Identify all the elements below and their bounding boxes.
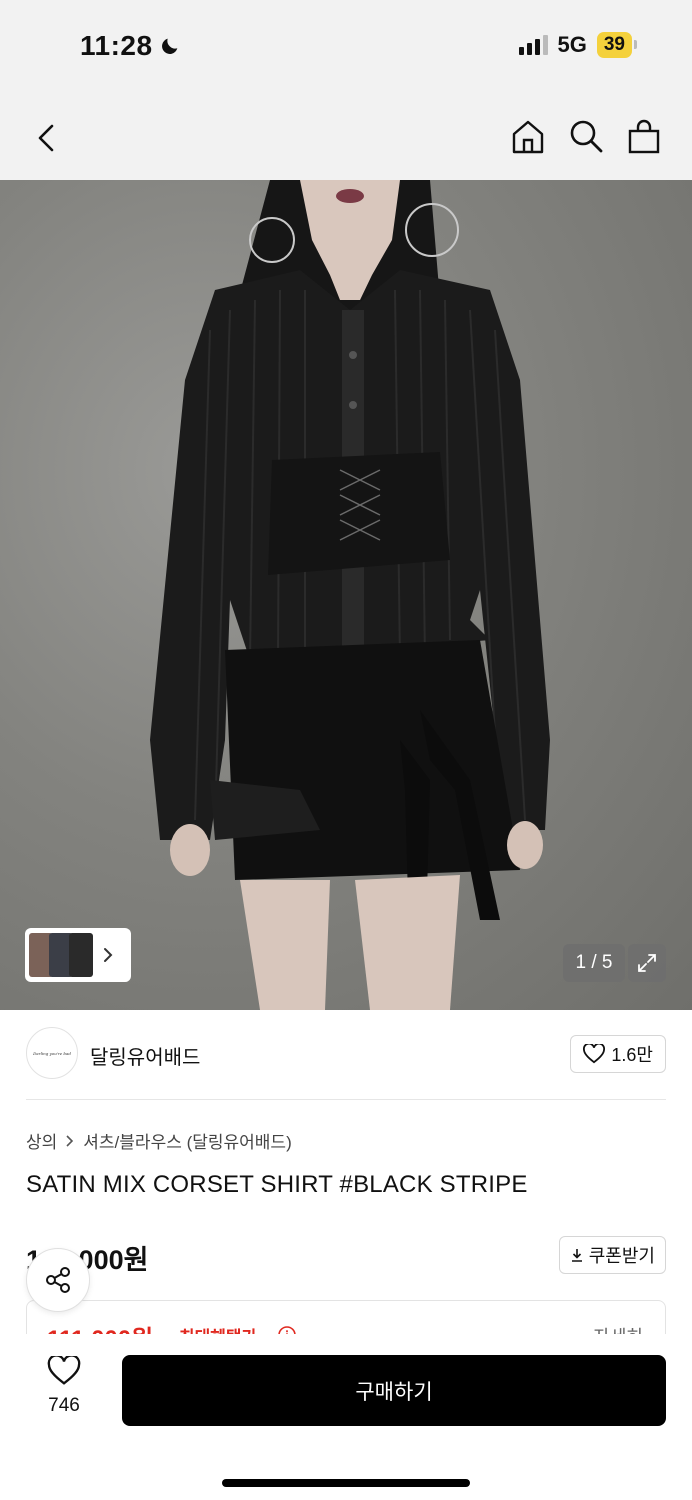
status-time-text: 11:28 xyxy=(80,30,153,61)
chevron-right-icon xyxy=(104,948,113,962)
thumbnail-strip[interactable] xyxy=(25,928,131,982)
nav-actions xyxy=(510,116,662,156)
download-icon xyxy=(571,1249,582,1262)
product-title: SATIN MIX CORSET SHIRT #BLACK STRIPE xyxy=(26,1171,528,1198)
coupon-button[interactable]: 쿠폰받기 xyxy=(558,1236,666,1274)
home-icon[interactable] xyxy=(510,116,546,156)
coupon-label: 쿠폰받기 xyxy=(588,1246,655,1266)
search-icon[interactable] xyxy=(568,116,604,156)
status-bar: 11:28 5G 39 xyxy=(0,0,692,96)
brand-name[interactable]: 달링유어배드 xyxy=(90,1041,200,1070)
wishlist-button[interactable]: 746 xyxy=(36,1354,92,1417)
product-image-gallery[interactable]: 1 / 5 xyxy=(0,180,692,1010)
thumbnail-3[interactable] xyxy=(69,933,93,977)
heart-icon xyxy=(47,1354,81,1385)
brand-like-count: 1.6만 xyxy=(611,1045,653,1065)
breadcrumb: 상의 셔츠/블라우스 (달링유어배드) xyxy=(26,1128,292,1153)
network-type: 5G xyxy=(557,32,587,57)
top-nav xyxy=(0,96,692,180)
brand-like-button[interactable]: 1.6만 xyxy=(570,1035,666,1073)
product-photo xyxy=(150,180,550,1010)
moon-icon xyxy=(161,38,177,54)
breadcrumb-category[interactable]: 상의 xyxy=(26,1128,57,1153)
expand-icon[interactable] xyxy=(628,944,666,982)
status-time: 11:28 xyxy=(80,30,181,62)
divider xyxy=(26,1099,666,1100)
home-indicator xyxy=(222,1479,470,1487)
wishlist-count: 746 xyxy=(48,1395,80,1416)
signal-icon xyxy=(518,35,548,55)
status-indicators: 5G 39 xyxy=(518,32,638,58)
breadcrumb-subcategory[interactable]: 셔츠/블라우스 (달링유어배드) xyxy=(83,1128,291,1153)
chevron-left-icon[interactable] xyxy=(30,118,66,158)
buy-button[interactable]: 구매하기 xyxy=(122,1355,666,1426)
bottom-action-bar: 746 구매하기 xyxy=(0,1334,692,1500)
share-icon[interactable] xyxy=(26,1248,90,1312)
shopping-bag-icon[interactable] xyxy=(626,116,662,156)
battery-icon: 39 xyxy=(596,32,638,58)
brand-row[interactable]: Darling you're bad 달링유어배드 1.6만 xyxy=(26,1027,666,1081)
heart-icon xyxy=(583,1044,606,1064)
image-counter: 1 / 5 xyxy=(563,944,625,982)
brand-logo[interactable]: Darling you're bad xyxy=(26,1027,78,1079)
brand-logo-text: Darling you're bad xyxy=(33,1050,71,1056)
chevron-right-icon xyxy=(66,1134,74,1147)
